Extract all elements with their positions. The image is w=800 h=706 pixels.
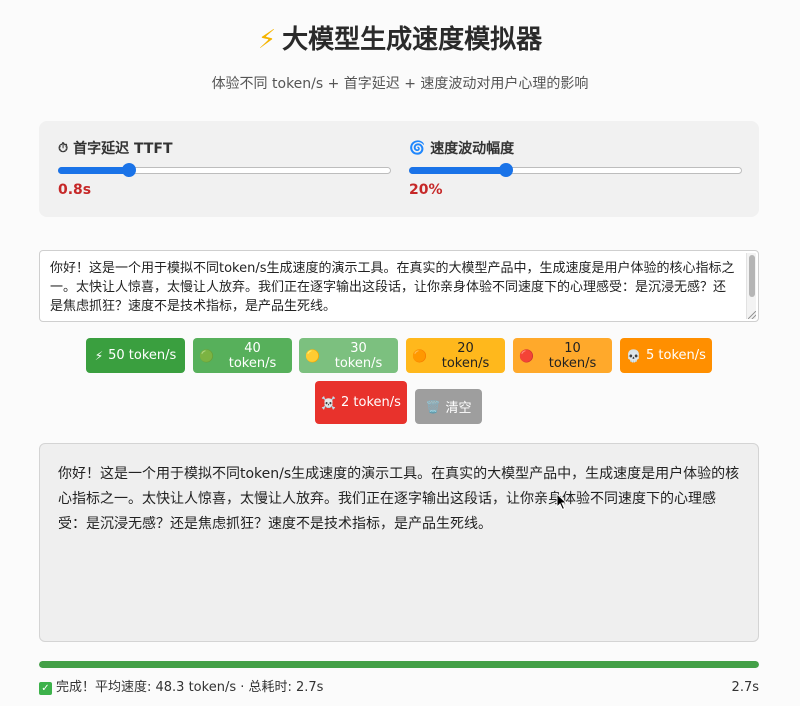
skull-icon: 💀: [626, 348, 642, 363]
ttft-slider[interactable]: [58, 163, 391, 177]
fluctuation-control: 🌀 速度波动幅度 20%: [409, 139, 743, 200]
status-message: 完成！平均速度: 48.3 token/s · 总耗时: 2.7s: [56, 680, 324, 695]
page-title: ⚡ 大模型生成速度模拟器: [0, 20, 800, 60]
ttft-slider-thumb[interactable]: [121, 163, 136, 177]
status-line: ✓ 完成！平均速度: 48.3 token/s · 总耗时: 2.7s: [39, 678, 323, 698]
textarea-scrollbar-thumb[interactable]: [749, 255, 755, 297]
lightning-bolt-icon: ⚡: [257, 25, 277, 55]
speed-30-button[interactable]: 🟡 30 token/s: [299, 338, 398, 373]
fluctuation-slider-thumb[interactable]: [498, 163, 513, 177]
page-title-text: 大模型生成速度模拟器: [282, 25, 543, 55]
fluctuation-value: 20%: [409, 182, 443, 198]
fluctuation-label-row: 🌀 速度波动幅度: [409, 139, 743, 159]
speed-40-button[interactable]: 🟢 40 token/s: [193, 338, 292, 373]
speed-5-label: 5 token/s: [646, 348, 706, 363]
speed-20-label: 20 token/s: [441, 340, 490, 371]
skull-crossbones-icon: ☠️: [321, 395, 337, 410]
lightning-icon: ⚡: [94, 348, 104, 363]
ttft-control: ⏱ 首字延迟 TTFT 0.8s: [58, 139, 392, 200]
output-text: 你好！这是一个用于模拟不同token/s生成速度的演示工具。在真实的大模型产品中…: [58, 466, 740, 532]
green-circle-icon: 🟢: [199, 348, 214, 363]
orange-circle-icon: 🟠: [412, 348, 427, 363]
speed-50-label: 50 token/s: [108, 348, 177, 363]
ttft-label: 首字延迟 TTFT: [73, 141, 173, 157]
controls-panel: ⏱ 首字延迟 TTFT 0.8s 🌀 速度波动幅度 20%: [39, 121, 759, 217]
resize-grip-icon[interactable]: [748, 311, 756, 319]
speed-5-button[interactable]: 💀 5 token/s: [620, 338, 712, 373]
mouse-cursor-icon: [556, 493, 568, 511]
fluctuation-slider[interactable]: [409, 163, 742, 177]
page-subtitle: 体验不同 token/s + 首字延迟 + 速度波动对用户心理的影响: [211, 76, 589, 92]
output-panel: 你好！这是一个用于模拟不同token/s生成速度的演示工具。在真实的大模型产品中…: [39, 443, 759, 642]
trash-icon: 🗑️: [425, 399, 441, 414]
speed-2-label: 2 token/s: [341, 395, 401, 410]
check-mark-icon: ✓: [39, 681, 52, 695]
elapsed-time: 2.7s: [731, 680, 759, 695]
speed-2-button[interactable]: ☠️ 2 token/s: [315, 381, 407, 424]
clear-button[interactable]: 🗑️ 清空: [415, 389, 482, 424]
speed-30-label: 30 token/s: [334, 340, 383, 371]
stopwatch-icon: ⏱: [58, 141, 69, 156]
source-text-input[interactable]: 你好！这是一个用于模拟不同token/s生成速度的演示工具。在真实的大模型产品中…: [39, 250, 759, 322]
speed-50-button[interactable]: ⚡ 50 token/s: [86, 338, 185, 373]
fluctuation-slider-fill: [409, 167, 505, 174]
progress-bar: [39, 661, 759, 668]
speed-20-button[interactable]: 🟠 20 token/s: [406, 338, 505, 373]
ttft-value: 0.8s: [58, 182, 92, 198]
cyclone-icon: 🌀: [409, 141, 426, 156]
progress-bar-fill: [39, 661, 759, 668]
source-text: 你好！这是一个用于模拟不同token/s生成速度的演示工具。在真实的大模型产品中…: [50, 261, 735, 314]
clear-label: 清空: [445, 401, 472, 416]
textarea-scrollbar[interactable]: [746, 253, 756, 319]
speed-10-label: 10 token/s: [548, 340, 597, 371]
yellow-circle-icon: 🟡: [305, 348, 320, 363]
red-circle-icon: 🔴: [519, 348, 534, 363]
speed-10-button[interactable]: 🔴 10 token/s: [513, 338, 612, 373]
speed-40-label: 40 token/s: [228, 340, 277, 371]
fluctuation-label: 速度波动幅度: [430, 141, 515, 157]
ttft-label-row: ⏱ 首字延迟 TTFT: [58, 139, 392, 159]
ttft-slider-fill: [58, 167, 128, 174]
